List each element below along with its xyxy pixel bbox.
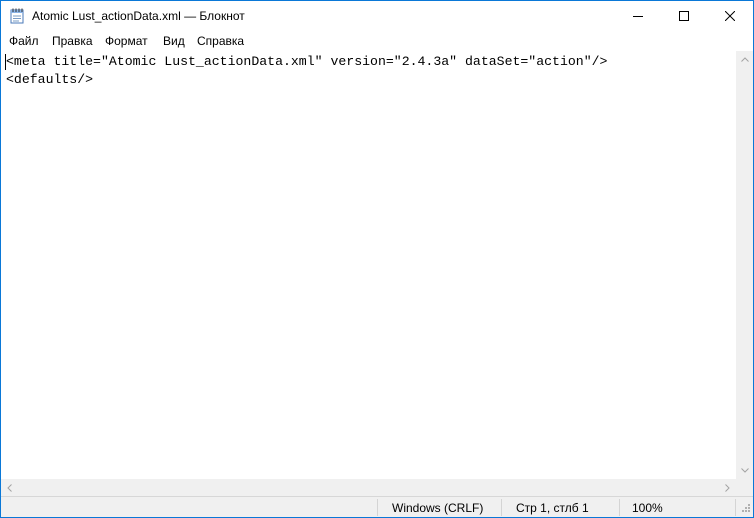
status-separator [619, 499, 620, 516]
scroll-up-button[interactable] [736, 51, 753, 68]
close-icon [725, 11, 735, 21]
arrow-right-icon [725, 483, 730, 492]
vertical-scrollbar[interactable] [736, 51, 753, 479]
menu-file[interactable]: Файл [9, 34, 39, 48]
status-separator [377, 499, 378, 516]
text-caret [5, 54, 6, 70]
status-separator [735, 499, 736, 516]
horizontal-scrollbar[interactable] [1, 479, 736, 496]
minimize-button[interactable] [615, 1, 661, 31]
editor-line[interactable]: <meta title="Atomic Lust_actionData.xml"… [6, 54, 607, 69]
scroll-down-button[interactable] [736, 462, 753, 479]
window-title: Atomic Lust_actionData.xml — Блокнот [32, 9, 245, 23]
notepad-icon [10, 8, 24, 24]
maximize-icon [679, 11, 689, 21]
minimize-icon [633, 16, 643, 17]
status-separator [501, 499, 502, 516]
scroll-left-button[interactable] [1, 479, 18, 496]
menu-format[interactable]: Формат [105, 34, 148, 48]
menu-bar: Файл Правка Формат Вид Справка [1, 31, 753, 51]
editor-line[interactable]: <defaults/> [6, 72, 93, 87]
menu-edit[interactable]: Правка [52, 34, 93, 48]
status-bar: Windows (CRLF) Стр 1, стлб 1 100% [1, 496, 753, 517]
arrow-down-icon [740, 468, 749, 473]
arrow-left-icon [7, 483, 12, 492]
arrow-up-icon [740, 57, 749, 62]
resize-grip-icon[interactable] [739, 503, 751, 515]
close-button[interactable] [707, 1, 753, 31]
status-cursor-position: Стр 1, стлб 1 [516, 501, 589, 515]
title-bar[interactable]: Atomic Lust_actionData.xml — Блокнот [1, 1, 753, 31]
menu-view[interactable]: Вид [163, 34, 185, 48]
text-editor[interactable]: <meta title="Atomic Lust_actionData.xml"… [1, 51, 736, 479]
maximize-button[interactable] [661, 1, 707, 31]
menu-help[interactable]: Справка [197, 34, 244, 48]
scrollbar-corner [736, 479, 753, 496]
status-encoding: Windows (CRLF) [392, 501, 484, 515]
notepad-window: Atomic Lust_actionData.xml — Блокнот Фай… [0, 0, 754, 518]
scroll-right-button[interactable] [719, 479, 736, 496]
status-zoom: 100% [632, 501, 663, 515]
